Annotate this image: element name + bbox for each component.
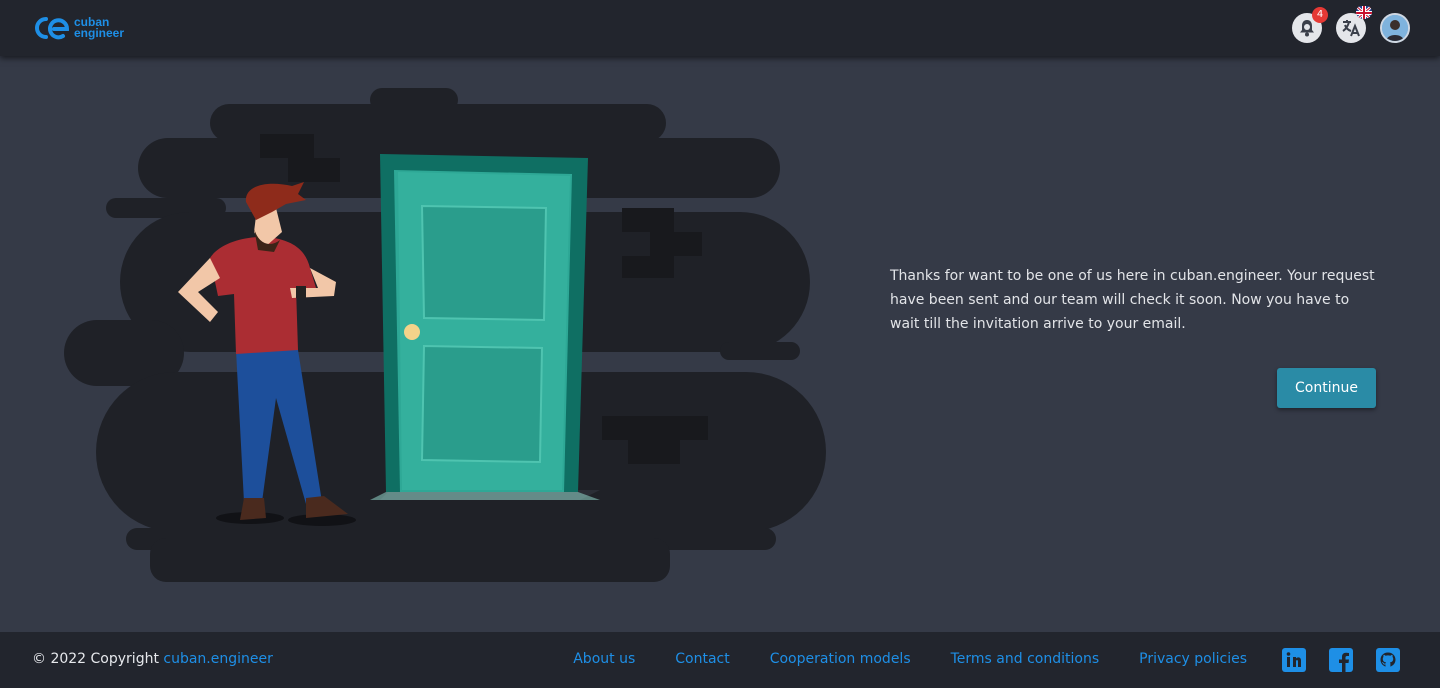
- footer-link-terms[interactable]: Terms and conditions: [951, 651, 1100, 667]
- footer-links: About us Contact Cooperation models Term…: [533, 651, 1247, 667]
- language-button[interactable]: [1336, 5, 1372, 43]
- notification-badge: 4: [1312, 7, 1328, 23]
- footer: © 2022 Copyright cuban.engineer About us…: [0, 632, 1440, 688]
- footer-link-privacy[interactable]: Privacy policies: [1139, 651, 1247, 667]
- waiting-door-illustration: [64, 88, 826, 582]
- notifications-button[interactable]: 4: [1292, 7, 1328, 43]
- footer-link-about[interactable]: About us: [573, 651, 635, 667]
- uk-flag-icon: [1356, 5, 1372, 19]
- avatar-photo: [1382, 15, 1408, 41]
- top-navbar: cuban engineer 4: [0, 0, 1440, 56]
- github-icon[interactable]: [1376, 648, 1400, 672]
- linkedin-icon[interactable]: [1282, 648, 1306, 672]
- continue-button[interactable]: Continue: [1277, 368, 1376, 408]
- request-sent-message: Thanks for want to be one of us here in …: [890, 268, 1375, 332]
- copyright-text: © 2022 Copyright: [32, 651, 164, 667]
- logo-text: cuban engineer: [74, 15, 125, 40]
- social-links: [1259, 648, 1400, 672]
- facebook-icon[interactable]: [1329, 648, 1353, 672]
- copyright: © 2022 Copyright cuban.engineer: [32, 651, 273, 667]
- footer-link-contact[interactable]: Contact: [675, 651, 729, 667]
- translate-icon: [1342, 20, 1360, 37]
- copyright-link[interactable]: cuban.engineer: [163, 651, 272, 667]
- user-avatar[interactable]: [1380, 13, 1410, 43]
- footer-link-cooperation-models[interactable]: Cooperation models: [770, 651, 911, 667]
- logo-icon: [35, 17, 70, 40]
- logo[interactable]: cuban engineer: [32, 14, 124, 42]
